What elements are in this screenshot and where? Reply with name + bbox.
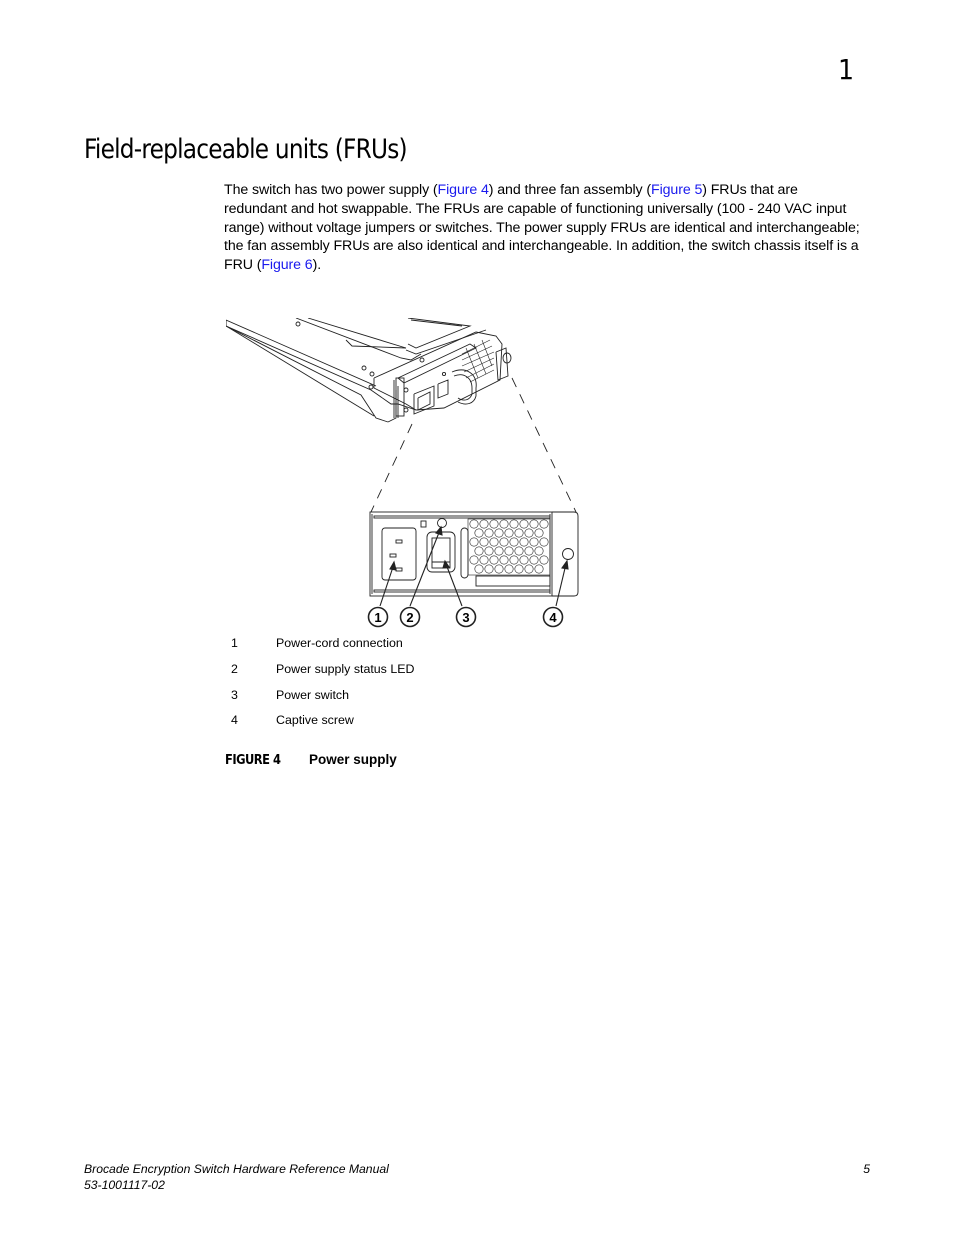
callout-1: 1 [374,610,381,625]
chapter-number: 1 [838,53,855,86]
intro-paragraph: The switch has two power supply (Figure … [224,181,864,275]
grille-hole [504,564,514,574]
grille-hole [514,546,524,556]
grille-hole [484,546,494,556]
grille-hole [484,528,494,538]
projection-lines [370,377,577,513]
callout-3: 3 [462,610,469,625]
figure-6-link[interactable]: Figure 6 [261,257,312,273]
text-segment: The switch has two power supply ( [224,182,438,198]
grille-hole [534,528,544,538]
text-segment: ) and three fan assembly ( [488,182,652,198]
callout-leaders [379,525,569,607]
grille-hole [534,564,544,574]
grille-hole [524,528,534,538]
grille-hole [489,537,499,547]
status-led [437,518,447,528]
grille-hole [474,546,484,556]
legend-label: Captive screw [276,713,354,728]
power-supply-front-view [369,511,579,597]
legend-number: 4 [231,713,238,728]
grille-hole [469,519,479,529]
grille-hole [539,555,549,565]
grille-hole [539,519,549,529]
grille-hole [534,546,544,556]
power-supply-figure: 1 2 3 4 [226,318,584,632]
captive-screw [562,548,574,560]
grille-hole [524,564,534,574]
grille-hole [529,537,539,547]
grille-hole [479,555,489,565]
grille-hole [504,546,514,556]
grille-hole [509,555,519,565]
legend-label: Power-cord connection [276,636,403,650]
grille-hole [474,564,484,574]
legend-number: 3 [231,687,238,702]
grille-hole [469,555,479,565]
fan-grille [467,518,551,576]
grille-hole [519,555,529,565]
grille-hole [469,537,479,547]
legend-label: Power supply status LED [276,661,415,676]
grille-hole [484,564,494,574]
figure-caption: FIGURE 4 Power supply [225,752,397,768]
grille-hole [539,537,549,547]
page-footer: Brocade Encryption Switch Hardware Refer… [84,1162,872,1193]
grille-hole [499,537,509,547]
grille-hole [494,528,504,538]
grille-hole [529,555,539,565]
figure-title: Power supply [309,752,397,767]
grille-hole [499,555,509,565]
document-number: 53-1001117-02 [84,1177,165,1192]
figure-5-link[interactable]: Figure 5 [651,182,702,198]
manual-title: Brocade Encryption Switch Hardware Refer… [84,1162,389,1176]
grille-hole [529,519,539,529]
power-cord-connector [381,527,417,581]
text-segment: ). [312,257,322,274]
legend-label: Power switch [276,687,349,702]
grille-hole [479,537,489,547]
grille-hole [524,546,534,556]
grille-hole [489,519,499,529]
grille-hole [509,537,519,547]
callout-2: 2 [406,610,413,625]
grille-hole [474,528,484,538]
grille-hole [494,546,504,556]
grille-hole [504,528,514,538]
page-title: Field-replaceable units (FRUs) [84,134,408,165]
power-supply-isometric-drawing [226,318,512,423]
grille-hole [499,519,509,529]
page-number: 5 [863,1162,870,1176]
grille-hole [509,519,519,529]
legend-number: 2 [231,661,238,676]
grille-hole [514,564,524,574]
callout-4: 4 [549,610,557,625]
grille-hole [514,528,524,538]
grille-hole [479,519,489,529]
grille-hole [519,519,529,529]
legend-number: 1 [231,636,238,650]
grille-hole [489,555,499,565]
figure-label: FIGURE 4 [225,752,281,768]
grille-hole [519,537,529,547]
grille-hole [494,564,504,574]
figure-4-link[interactable]: Figure 4 [438,182,489,198]
